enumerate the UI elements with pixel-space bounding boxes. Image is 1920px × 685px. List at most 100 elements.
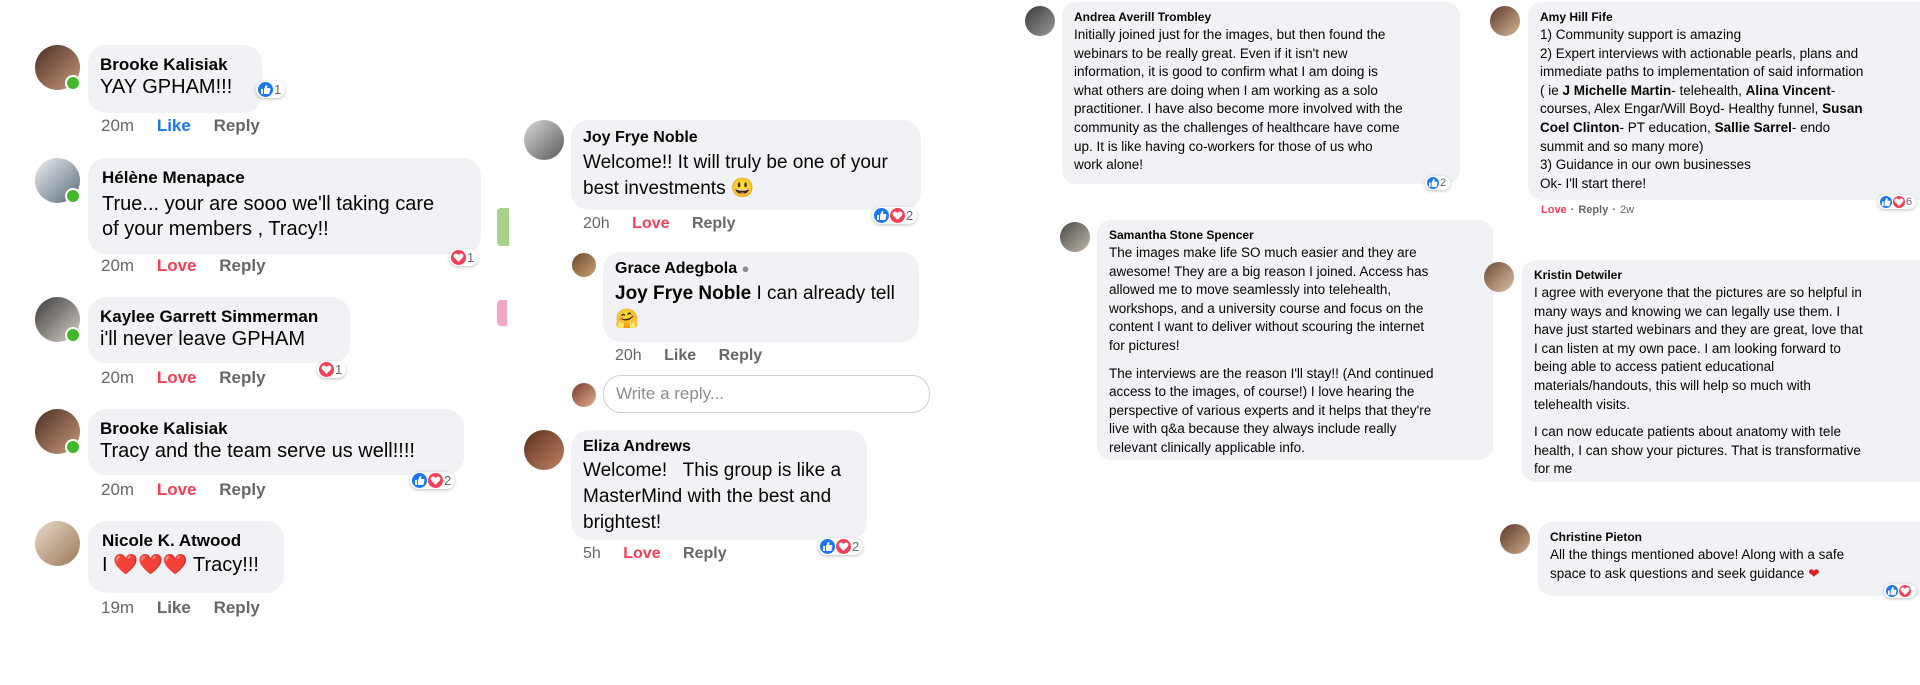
cropped-image-fragment xyxy=(497,208,509,246)
mention-link[interactable]: J Michelle Martin xyxy=(1563,83,1672,98)
love-button[interactable]: Love xyxy=(632,215,669,232)
reply-button[interactable]: Reply xyxy=(683,545,727,562)
comment-text-line: practitioner. I have also become more in… xyxy=(1074,101,1403,117)
reaction-icons[interactable] xyxy=(1884,584,1916,598)
like-button[interactable]: Like xyxy=(157,116,191,135)
reply-button[interactable]: Reply xyxy=(219,256,265,275)
comment-text-line: many ways and knowing we can legally use… xyxy=(1534,303,1841,319)
like-button[interactable]: Like xyxy=(664,347,696,364)
reply-text: I can already tell xyxy=(751,283,895,304)
commenter-name[interactable]: Samantha Stone Spencer xyxy=(1109,228,1481,242)
commenter-name[interactable]: Hélène Menapace xyxy=(102,168,467,188)
avatar[interactable] xyxy=(572,253,596,277)
current-user-avatar xyxy=(572,383,596,407)
love-icon xyxy=(319,362,334,377)
love-icon xyxy=(428,473,443,488)
comment-text-line: brightest! xyxy=(583,512,662,533)
timestamp[interactable]: 20h xyxy=(583,215,610,232)
avatar[interactable] xyxy=(1025,6,1055,36)
commenter-name[interactable]: Christine Pieton xyxy=(1550,530,1908,544)
love-button[interactable]: Love xyxy=(157,368,197,387)
avatar[interactable] xyxy=(524,430,564,470)
comment-text-line: of your members , Tracy!! xyxy=(102,218,329,240)
comment-text-line: Welcome! This group is like a xyxy=(583,460,842,481)
love-button[interactable]: Love xyxy=(157,256,197,275)
timestamp[interactable]: 20m xyxy=(101,256,134,275)
reaction-count[interactable]: 1 xyxy=(256,81,286,98)
avatar[interactable] xyxy=(35,45,81,91)
timestamp[interactable]: 5h xyxy=(583,545,601,562)
online-indicator xyxy=(65,75,81,91)
reply-button[interactable]: Reply xyxy=(219,368,265,387)
reaction-count[interactable]: 6 xyxy=(1878,195,1917,209)
reaction-count[interactable]: 1 xyxy=(317,361,347,378)
online-indicator xyxy=(65,188,81,204)
commenter-name[interactable]: Kaylee Garrett Simmerman xyxy=(100,307,338,327)
avatar[interactable] xyxy=(1060,222,1090,252)
comment-text-line: being able to access patient educational xyxy=(1534,359,1775,375)
reply-button[interactable]: Reply xyxy=(214,116,260,135)
write-reply-input[interactable]: Write a reply... xyxy=(603,375,930,413)
commenter-name[interactable]: Brooke Kalisiak xyxy=(100,55,250,75)
reply-button[interactable]: Reply xyxy=(214,598,260,617)
mention-link[interactable]: Alina Vincent xyxy=(1746,83,1831,98)
avatar[interactable] xyxy=(35,521,80,566)
love-icon xyxy=(1893,196,1905,208)
reply-text-line: Joy Frye Noble I can already tell xyxy=(615,281,907,307)
avatar[interactable] xyxy=(35,158,81,204)
avatar[interactable] xyxy=(1484,262,1514,292)
love-button[interactable]: Love xyxy=(157,480,197,499)
reaction-count[interactable]: 2 xyxy=(818,538,864,555)
commenter-name[interactable]: Kristin Detwiler xyxy=(1534,268,1908,282)
commenter-name[interactable]: Andrea Averill Trombley xyxy=(1074,10,1448,24)
comment-actions: Love · Reply · 2w xyxy=(1541,204,1652,216)
like-icon xyxy=(412,473,427,488)
comment-text: Tracy and the team serve us well!!!! xyxy=(100,440,415,462)
commenter-name[interactable]: Grace Adegbola ● xyxy=(615,260,907,278)
avatar[interactable] xyxy=(1490,6,1520,36)
commenter-name[interactable]: Joy Frye Noble xyxy=(583,129,909,147)
reply-button[interactable]: Reply xyxy=(719,347,763,364)
mention-link[interactable]: Sallie Sarrel xyxy=(1715,120,1792,135)
comment-text-line: MasterMind with the best and xyxy=(583,486,832,507)
comment-text-line: immediate paths to implementation of sai… xyxy=(1540,64,1864,80)
comment-text-line: telehealth visits. xyxy=(1534,396,1631,412)
comment-text: YAY GPHAM!!! xyxy=(100,76,233,98)
like-button[interactable]: Like xyxy=(157,598,191,617)
mention-link[interactable]: Joy Frye Noble xyxy=(615,283,751,304)
avatar[interactable] xyxy=(35,297,81,343)
reaction-count[interactable]: 2 xyxy=(1425,176,1451,190)
avatar[interactable] xyxy=(35,409,81,455)
comment-text-line: allowed me to move seamlessly into teleh… xyxy=(1109,282,1392,298)
reply-button[interactable]: Reply xyxy=(1578,204,1608,216)
reply-button[interactable]: Reply xyxy=(219,480,265,499)
commenter-name[interactable]: Amy Hill Fife xyxy=(1540,10,1908,24)
comment-actions: 20m Like Reply xyxy=(101,116,278,136)
mention-link[interactable]: Coel Clinton xyxy=(1540,120,1620,135)
love-button[interactable]: Love xyxy=(1541,204,1567,216)
comment-actions: 20m Love Reply xyxy=(101,368,284,388)
love-button[interactable]: Love xyxy=(623,545,660,562)
avatar[interactable] xyxy=(1500,524,1530,554)
commenter-name[interactable]: Brooke Kalisiak xyxy=(100,419,452,439)
text-fragment: space to ask questions and seek guidance xyxy=(1550,565,1809,581)
timestamp[interactable]: 20h xyxy=(615,347,642,364)
timestamp[interactable]: 20m xyxy=(101,368,134,387)
comment-text-line: Coel Clinton- PT education, Sallie Sarre… xyxy=(1540,119,1908,138)
mention-link[interactable]: Susan xyxy=(1822,101,1863,116)
reaction-number: 2 xyxy=(1440,177,1447,189)
reaction-count[interactable]: 2 xyxy=(872,207,918,224)
reaction-count[interactable]: 1 xyxy=(449,249,479,266)
reaction-count[interactable]: 2 xyxy=(410,472,456,489)
timestamp[interactable]: 2w xyxy=(1620,204,1634,216)
timestamp[interactable]: 20m xyxy=(101,116,134,135)
reply-button[interactable]: Reply xyxy=(692,215,736,232)
avatar[interactable] xyxy=(524,120,564,160)
commenter-name[interactable]: Nicole K. Atwood xyxy=(102,531,270,551)
comment-text-line: what others are doing when I am working … xyxy=(1074,82,1378,98)
timestamp[interactable]: 20m xyxy=(101,480,134,499)
timestamp[interactable]: 19m xyxy=(101,598,134,617)
commenter-name[interactable]: Eliza Andrews xyxy=(583,438,855,456)
comment-bubble: Kaylee Garrett Simmerman i'll never leav… xyxy=(88,297,350,363)
reply-text-line: 🤗 xyxy=(615,309,639,330)
